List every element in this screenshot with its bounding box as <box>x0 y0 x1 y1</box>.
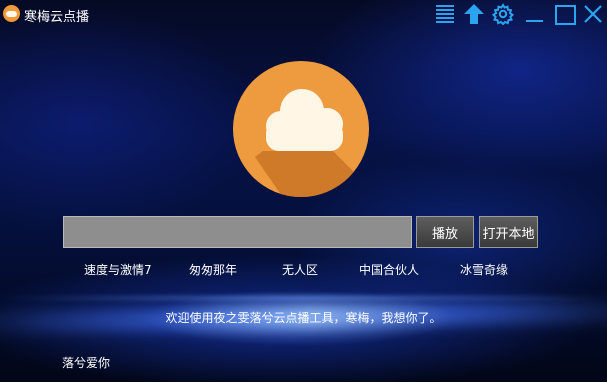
maximize-icon[interactable] <box>553 3 576 25</box>
app-window: 寒梅云点播 播放 打开本地 速度与激情7 匆匆那年 无人区 中国合伙人 冰雪奇缘… <box>0 0 607 382</box>
suggestion-link[interactable]: 匆匆那年 <box>189 261 237 278</box>
app-logo-icon <box>3 5 20 22</box>
menu-icon[interactable] <box>434 3 456 25</box>
upload-icon[interactable] <box>463 3 485 25</box>
open-local-button[interactable]: 打开本地 <box>479 216 538 248</box>
gear-icon[interactable] <box>491 3 515 26</box>
suggestion-link[interactable]: 无人区 <box>282 261 318 278</box>
close-icon[interactable] <box>582 3 604 25</box>
minimize-icon[interactable] <box>524 3 546 25</box>
welcome-message: 欢迎使用夜之雯落兮云点播工具，寒梅，我想你了。 <box>165 311 442 325</box>
suggestion-link[interactable]: 速度与激情7 <box>84 261 152 278</box>
title-bar[interactable]: 寒梅云点播 <box>0 0 607 28</box>
footer-text: 落兮爱你 <box>62 356 111 370</box>
suggestion-link[interactable]: 冰雪奇缘 <box>460 261 508 278</box>
background-light-line <box>0 296 607 300</box>
cloud-logo <box>233 61 369 197</box>
suggestion-link[interactable]: 中国合伙人 <box>359 261 419 278</box>
app-title: 寒梅云点播 <box>24 10 90 25</box>
play-button[interactable]: 播放 <box>416 216 474 248</box>
search-input[interactable] <box>63 216 412 248</box>
